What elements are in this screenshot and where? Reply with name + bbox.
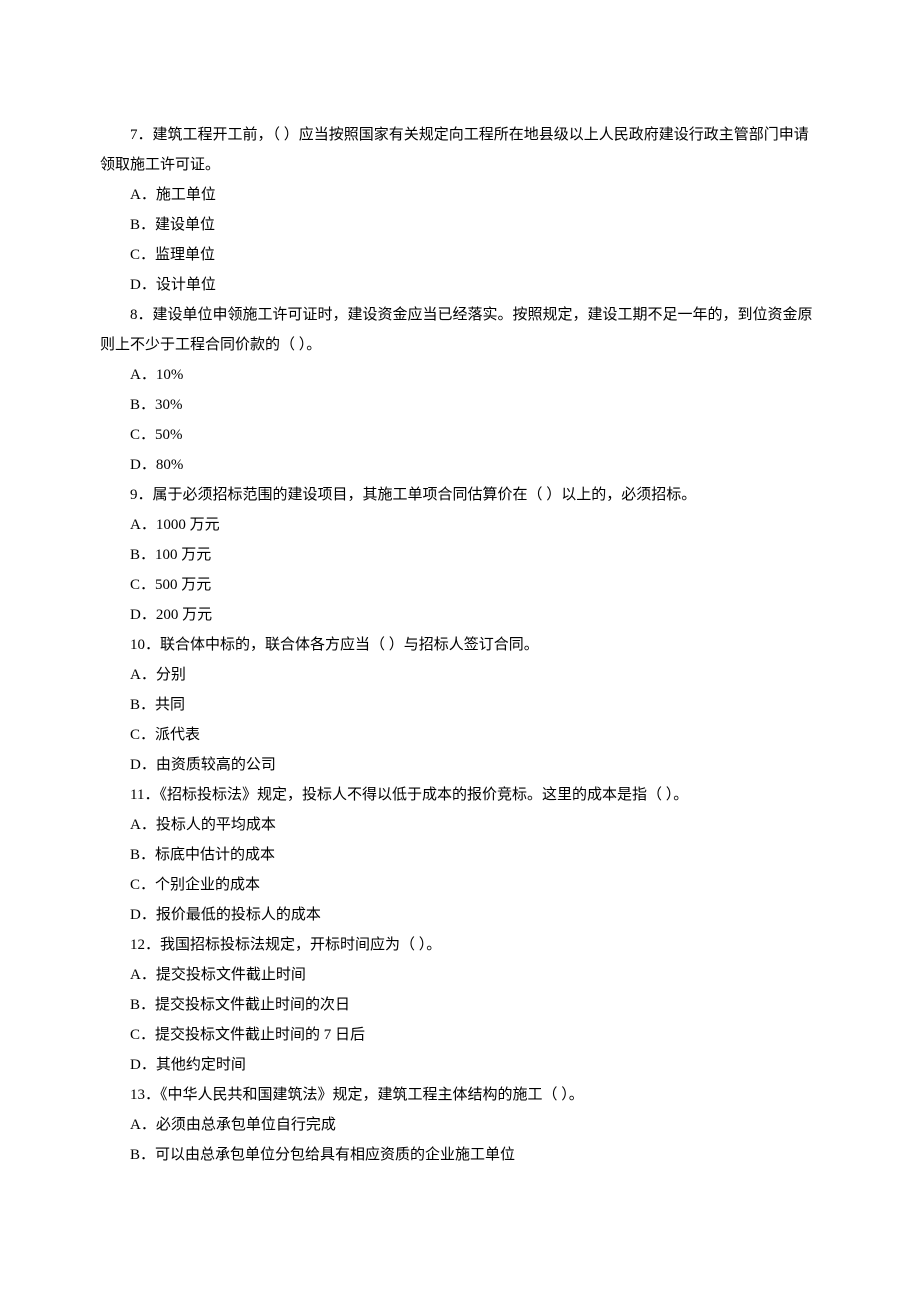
question-body: 建筑工程开工前，（ ）应当按照国家有关规定向工程所在地县级以上人民政府建设行政主… xyxy=(100,127,809,173)
question-number: 13． xyxy=(130,1087,160,1103)
question-8: 8．建设单位申领施工许可证时，建设资金应当已经落实。按照规定，建设工期不足一年的… xyxy=(100,300,820,480)
option-a: A．施工单位 xyxy=(100,180,820,210)
option-b: B．100 万元 xyxy=(100,540,820,570)
option-d: D．80% xyxy=(100,450,820,480)
question-7: 7．建筑工程开工前，（ ）应当按照国家有关规定向工程所在地县级以上人民政府建设行… xyxy=(100,120,820,300)
question-9: 9．属于必须招标范围的建设项目，其施工单项合同估算价在（ ）以上的，必须招标。 … xyxy=(100,480,820,630)
question-10: 10．联合体中标的，联合体各方应当（ ）与招标人签订合同。 A．分别 B．共同 … xyxy=(100,630,820,780)
option-a: A．必须由总承包单位自行完成 xyxy=(100,1110,820,1140)
question-11: 11．《招标投标法》规定，投标人不得以低于成本的报价竞标。这里的成本是指（ ）。… xyxy=(100,780,820,930)
option-a: A．分别 xyxy=(100,660,820,690)
question-body: 属于必须招标范围的建设项目，其施工单项合同估算价在（ ）以上的，必须招标。 xyxy=(153,487,697,503)
question-body: 建设单位申领施工许可证时，建设资金应当已经落实。按照规定，建设工期不足一年的，到… xyxy=(100,307,813,353)
question-number: 7． xyxy=(130,127,153,143)
option-b: B．建设单位 xyxy=(100,210,820,240)
document-content: 7．建筑工程开工前，（ ）应当按照国家有关规定向工程所在地县级以上人民政府建设行… xyxy=(100,120,820,1170)
option-d: D．设计单位 xyxy=(100,270,820,300)
option-b: B．30% xyxy=(100,390,820,420)
question-body: 我国招标投标法规定，开标时间应为（ ）。 xyxy=(160,937,441,953)
option-d: D．其他约定时间 xyxy=(100,1050,820,1080)
question-number: 11． xyxy=(130,787,159,803)
question-number: 10． xyxy=(130,637,160,653)
option-a: A．10% xyxy=(100,360,820,390)
question-text: 12．我国招标投标法规定，开标时间应为（ ）。 xyxy=(100,930,820,960)
option-b: B．共同 xyxy=(100,690,820,720)
question-13: 13．《中华人民共和国建筑法》规定，建筑工程主体结构的施工（ ）。 A．必须由总… xyxy=(100,1080,820,1170)
option-b: B．提交投标文件截止时间的次日 xyxy=(100,990,820,1020)
option-c: C．个别企业的成本 xyxy=(100,870,820,900)
question-body: 《招标投标法》规定，投标人不得以低于成本的报价竞标。这里的成本是指（ ）。 xyxy=(159,787,688,803)
question-text: 11．《招标投标法》规定，投标人不得以低于成本的报价竞标。这里的成本是指（ ）。 xyxy=(100,780,820,810)
question-text: 8．建设单位申领施工许可证时，建设资金应当已经落实。按照规定，建设工期不足一年的… xyxy=(100,300,820,360)
question-text: 10．联合体中标的，联合体各方应当（ ）与招标人签订合同。 xyxy=(100,630,820,660)
option-d: D．报价最低的投标人的成本 xyxy=(100,900,820,930)
question-number: 9． xyxy=(130,487,153,503)
option-c: C．派代表 xyxy=(100,720,820,750)
option-a: A．投标人的平均成本 xyxy=(100,810,820,840)
option-b: B．标底中估计的成本 xyxy=(100,840,820,870)
question-text: 7．建筑工程开工前，（ ）应当按照国家有关规定向工程所在地县级以上人民政府建设行… xyxy=(100,120,820,180)
option-b: B．可以由总承包单位分包给具有相应资质的企业施工单位 xyxy=(100,1140,820,1170)
option-c: C．50% xyxy=(100,420,820,450)
question-text: 13．《中华人民共和国建筑法》规定，建筑工程主体结构的施工（ ）。 xyxy=(100,1080,820,1110)
question-12: 12．我国招标投标法规定，开标时间应为（ ）。 A．提交投标文件截止时间 B．提… xyxy=(100,930,820,1080)
question-text: 9．属于必须招标范围的建设项目，其施工单项合同估算价在（ ）以上的，必须招标。 xyxy=(100,480,820,510)
option-a: A．1000 万元 xyxy=(100,510,820,540)
option-c: C．监理单位 xyxy=(100,240,820,270)
option-d: D．200 万元 xyxy=(100,600,820,630)
question-number: 12． xyxy=(130,937,160,953)
option-d: D．由资质较高的公司 xyxy=(100,750,820,780)
question-body: 联合体中标的，联合体各方应当（ ）与招标人签订合同。 xyxy=(160,637,539,653)
question-body: 《中华人民共和国建筑法》规定，建筑工程主体结构的施工（ ）。 xyxy=(160,1087,584,1103)
option-c: C．提交投标文件截止时间的 7 日后 xyxy=(100,1020,820,1050)
option-c: C．500 万元 xyxy=(100,570,820,600)
option-a: A．提交投标文件截止时间 xyxy=(100,960,820,990)
question-number: 8． xyxy=(130,307,153,323)
